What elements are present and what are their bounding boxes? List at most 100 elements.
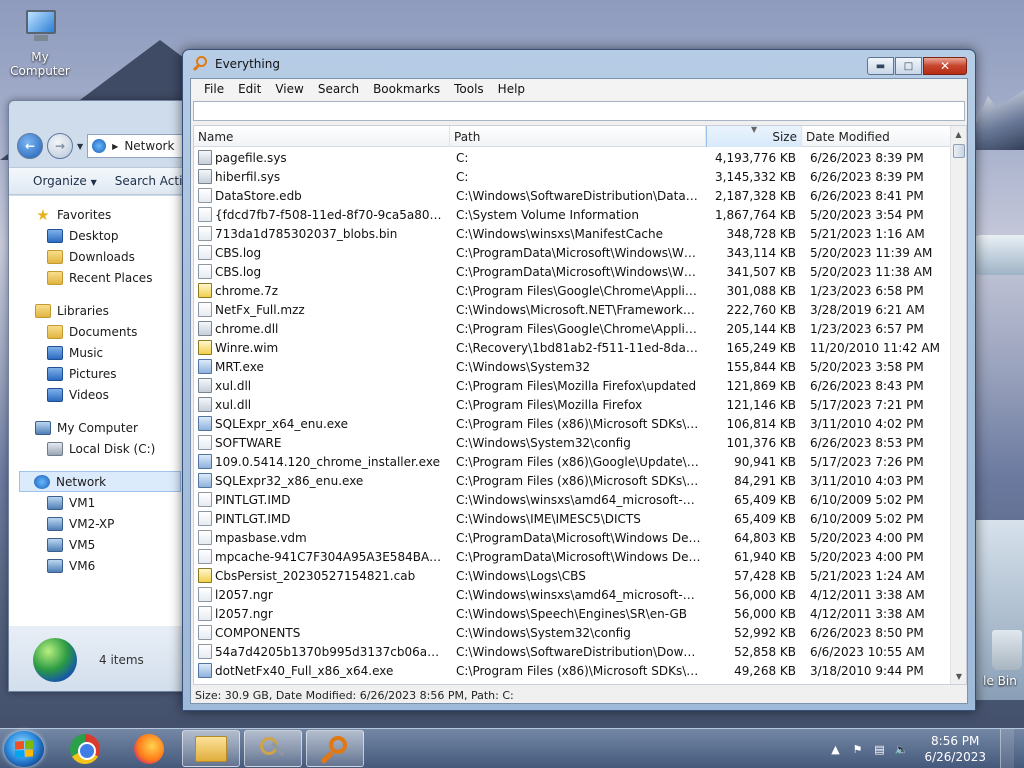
file-size: 61,940 KB xyxy=(734,549,796,564)
column-header-date-modified[interactable]: Date Modified xyxy=(802,126,952,147)
menu-view[interactable]: View xyxy=(268,82,310,96)
menu-edit[interactable]: Edit xyxy=(231,82,268,96)
menu-help[interactable]: Help xyxy=(491,82,532,96)
menu-file[interactable]: File xyxy=(197,82,231,96)
desktop-icon-recycle-bin[interactable]: le Bin xyxy=(983,630,1024,688)
title-bar[interactable]: Everything ▬ □ ✕ xyxy=(183,50,975,78)
table-row[interactable]: mpasbase.vdm C:\ProgramData\Microsoft\Win… xyxy=(194,528,952,547)
table-row[interactable]: {fdcd7fb7-f508-11ed-8f70-9ca5a8067355}{.… xyxy=(194,205,952,224)
table-row[interactable]: l2057.ngr C:\Windows\winsxs\amd64_microso… xyxy=(194,585,952,604)
file-name-cell: xul.dll xyxy=(194,378,450,393)
results-list[interactable]: Name Path ▼ Size Date Modified pagefile.… xyxy=(193,125,967,685)
nav-vm5[interactable]: VM5 xyxy=(9,534,207,555)
forward-button[interactable]: → xyxy=(47,133,73,159)
column-header-name[interactable]: Name xyxy=(194,126,450,147)
scroll-up-arrow-icon[interactable]: ▲ xyxy=(951,126,966,142)
scrollbar-thumb[interactable] xyxy=(953,144,965,158)
table-row[interactable]: 713da1d785302037_blobs.bin C:\Windows\win… xyxy=(194,224,952,243)
show-hidden-icons-icon[interactable]: ▲ xyxy=(828,742,842,756)
file-size: 121,869 KB xyxy=(726,378,796,393)
organize-button[interactable]: Organize ▼ xyxy=(33,174,97,188)
table-row[interactable]: chrome.7z C:\Program Files\Google\Chrome\… xyxy=(194,281,952,300)
file-size: 205,144 KB xyxy=(726,321,796,336)
taskbar-keys-app[interactable] xyxy=(244,730,302,767)
nav-local-disk[interactable]: Local Disk (C:) xyxy=(9,438,207,459)
nav-my-computer[interactable]: My Computer xyxy=(9,417,207,438)
vertical-scrollbar[interactable]: ▲ ▼ xyxy=(950,126,966,684)
taskbar-firefox[interactable] xyxy=(120,730,178,767)
column-header-path[interactable]: Path xyxy=(450,126,706,147)
desktop-icon-label: le Bin xyxy=(983,674,1017,688)
nav-downloads[interactable]: Downloads xyxy=(9,246,207,267)
file-icon xyxy=(198,169,212,184)
nav-network[interactable]: Network xyxy=(19,471,181,492)
everything-window[interactable]: Everything ▬ □ ✕ File Edit View Search B… xyxy=(182,49,976,711)
nav-vm2-xp[interactable]: VM2-XP xyxy=(9,513,207,534)
table-row[interactable]: PINTLGT.IMD C:\Windows\IME\IMESC5\DICTS 65… xyxy=(194,509,952,528)
nav-favorites[interactable]: ★ Favorites xyxy=(9,204,207,225)
file-size: 56,000 KB xyxy=(734,587,796,602)
show-desktop-button[interactable] xyxy=(1000,729,1014,768)
table-row[interactable]: pagefile.sys C: 4,193,776 KB 6/26/2023 8:39… xyxy=(194,148,952,167)
table-row[interactable]: NetFx_Full.mzz C:\Windows\Microsoft.NET\F… xyxy=(194,300,952,319)
nav-libraries[interactable]: Libraries xyxy=(9,300,207,321)
table-row[interactable]: mpcache-941C7F304A95A3E584BAF4E3A8... C:\… xyxy=(194,547,952,566)
menu-tools[interactable]: Tools xyxy=(447,82,491,96)
nav-pictures[interactable]: Pictures xyxy=(9,363,207,384)
nav-documents[interactable]: Documents xyxy=(9,321,207,342)
file-path: C:\Program Files (x86)\Google\Update\Dow… xyxy=(456,454,706,469)
explorer-window[interactable]: ← → ▼ ▶ Network Organize ▼ Search Acti ★… xyxy=(8,100,208,692)
table-row[interactable]: PINTLGT.IMD C:\Windows\winsxs\amd64_micro… xyxy=(194,490,952,509)
column-header-size[interactable]: ▼ Size xyxy=(706,126,802,147)
action-center-flag-icon[interactable]: ⚑ xyxy=(850,742,864,756)
nav-vm1[interactable]: VM1 xyxy=(9,492,207,513)
table-row[interactable]: DataStore.edb C:\Windows\SoftwareDistribu… xyxy=(194,186,952,205)
table-row[interactable]: CBS.log C:\ProgramData\Microsoft\Windows\… xyxy=(194,243,952,262)
file-path: C:\Windows\System32\config xyxy=(456,435,631,450)
file-date-modified: 6/26/2023 8:50 PM xyxy=(810,625,924,640)
table-row[interactable]: COMPONENTS C:\Windows\System32\config 52,9… xyxy=(194,623,952,642)
nav-vm6[interactable]: VM6 xyxy=(9,555,207,576)
nav-desktop[interactable]: Desktop xyxy=(9,225,207,246)
table-row[interactable]: xul.dll C:\Program Files\Mozilla Firefox 1… xyxy=(194,395,952,414)
search-input[interactable] xyxy=(193,101,965,121)
menu-search[interactable]: Search xyxy=(311,82,366,96)
volume-muted-icon[interactable]: 🔈 xyxy=(894,742,909,756)
file-icon xyxy=(198,530,212,545)
search-active-button[interactable]: Search Acti xyxy=(115,174,183,188)
back-button[interactable]: ← xyxy=(17,133,43,159)
windows-logo-icon xyxy=(15,740,33,758)
explorer-details-pane: 4 items xyxy=(9,626,207,691)
nav-music[interactable]: Music xyxy=(9,342,207,363)
taskbar-everything[interactable] xyxy=(306,730,364,767)
table-row[interactable]: SQLExpr32_x86_enu.exe C:\Program Files (x… xyxy=(194,471,952,490)
table-row[interactable]: SQLExpr_x64_enu.exe C:\Program Files (x86… xyxy=(194,414,952,433)
table-row[interactable]: hiberfil.sys C: 3,145,332 KB 6/26/2023 8:39… xyxy=(194,167,952,186)
table-row[interactable]: SOFTWARE C:\Windows\System32\config 101,37… xyxy=(194,433,952,452)
table-row[interactable]: 109.0.5414.120_chrome_installer.exe C:\Pr… xyxy=(194,452,952,471)
taskbar-explorer[interactable] xyxy=(182,730,240,767)
desktop-icon-my-computer[interactable]: My Computer xyxy=(0,8,80,78)
history-dropdown-icon[interactable]: ▼ xyxy=(77,142,83,151)
table-row[interactable]: Winre.wim C:\Recovery\1bd81ab2-f511-11ed-… xyxy=(194,338,952,357)
close-button[interactable]: ✕ xyxy=(923,57,967,75)
table-row[interactable]: xul.dll C:\Program Files\Mozilla Firefox\… xyxy=(194,376,952,395)
maximize-button[interactable]: □ xyxy=(895,57,922,75)
taskbar-chrome[interactable] xyxy=(56,730,114,767)
scroll-down-arrow-icon[interactable]: ▼ xyxy=(951,668,966,684)
table-row[interactable]: 54a7d4205b1370b995d3137cb06a4f097d17... C… xyxy=(194,642,952,661)
table-row[interactable]: CBS.log C:\ProgramData\Microsoft\Windows\… xyxy=(194,262,952,281)
start-button[interactable] xyxy=(4,731,44,767)
nav-videos[interactable]: Videos xyxy=(9,384,207,405)
clock[interactable]: 8:56 PM 6/26/2023 xyxy=(924,733,986,765)
nav-recent-places[interactable]: Recent Places xyxy=(9,267,207,288)
network-status-icon[interactable]: ▤ xyxy=(872,742,886,756)
table-row[interactable]: chrome.dll C:\Program Files\Google\Chrome… xyxy=(194,319,952,338)
table-row[interactable]: l2057.ngr C:\Windows\Speech\Engines\SR\en… xyxy=(194,604,952,623)
minimize-button[interactable]: ▬ xyxy=(867,57,894,75)
table-row[interactable]: CbsPersist_20230527154821.cab C:\Windows\… xyxy=(194,566,952,585)
file-size: 343,114 KB xyxy=(726,245,796,260)
table-row[interactable]: MRT.exe C:\Windows\System32 155,844 KB 5/20… xyxy=(194,357,952,376)
table-row[interactable]: dotNetFx40_Full_x86_x64.exe C:\Program Fi… xyxy=(194,661,952,680)
menu-bookmarks[interactable]: Bookmarks xyxy=(366,82,447,96)
